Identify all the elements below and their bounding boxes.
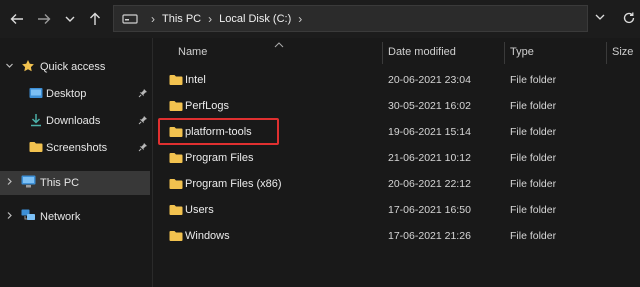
file-name: Windows xyxy=(185,230,230,242)
column-divider[interactable] xyxy=(504,42,505,64)
drive-icon xyxy=(122,13,138,25)
chevron-down-icon xyxy=(64,13,76,25)
file-name: Users xyxy=(185,204,214,216)
back-button[interactable] xyxy=(7,9,27,29)
pin-icon xyxy=(138,88,148,101)
file-type: File folder xyxy=(510,74,557,86)
file-row-program-files[interactable]: Program Files 21-06-2021 10:12 File fold… xyxy=(153,145,640,171)
star-icon xyxy=(21,59,35,76)
file-type: File folder xyxy=(510,230,557,242)
forward-button[interactable] xyxy=(34,9,54,29)
chevron-down-icon[interactable] xyxy=(5,61,14,73)
sidebar-item-network[interactable]: Network xyxy=(0,205,150,229)
sidebar-item-label: Quick access xyxy=(40,61,106,73)
folder-icon xyxy=(29,141,43,156)
file-name: PerfLogs xyxy=(185,100,230,112)
pin-icon xyxy=(138,115,148,128)
column-header-name[interactable]: Name xyxy=(178,46,207,58)
folder-icon xyxy=(169,230,183,245)
sidebar-item-screenshots[interactable]: Screenshots xyxy=(0,136,150,160)
column-divider[interactable] xyxy=(606,42,607,64)
sidebar-item-label: Network xyxy=(40,211,81,223)
desktop-icon xyxy=(29,87,43,102)
file-row-program-files-x86[interactable]: Program Files (x86) 20-06-2021 22:12 Fil… xyxy=(153,171,640,197)
file-row-intel[interactable]: Intel 20-06-2021 23:04 File folder xyxy=(153,67,640,93)
column-header-type[interactable]: Type xyxy=(510,46,534,58)
file-name: Intel xyxy=(185,74,206,86)
file-date: 17-06-2021 21:26 xyxy=(388,230,471,242)
sidebar-item-desktop[interactable]: Desktop xyxy=(0,82,150,106)
file-date: 30-05-2021 16:02 xyxy=(388,100,471,112)
sidebar-item-quick-access[interactable]: Quick access xyxy=(0,55,150,79)
address-bar[interactable]: › This PC › Local Disk (C:) › xyxy=(113,5,588,32)
column-header-size[interactable]: Size xyxy=(612,46,633,58)
folder-icon xyxy=(169,204,183,219)
file-type: File folder xyxy=(510,152,557,164)
column-divider[interactable] xyxy=(382,42,383,64)
arrow-right-icon xyxy=(37,12,51,26)
file-date: 21-06-2021 10:12 xyxy=(388,152,471,164)
sidebar-item-label: Desktop xyxy=(46,88,87,100)
arrow-left-icon xyxy=(10,12,24,26)
file-date: 20-06-2021 22:12 xyxy=(388,178,471,190)
chevron-right-icon[interactable] xyxy=(5,211,14,223)
file-name: Program Files xyxy=(185,152,254,164)
file-type: File folder xyxy=(510,204,557,216)
chevron-right-icon[interactable] xyxy=(5,177,14,189)
navigation-bar: › This PC › Local Disk (C:) › xyxy=(0,0,640,38)
breadcrumb-separator: › xyxy=(298,11,303,26)
file-type: File folder xyxy=(510,100,557,112)
folder-icon xyxy=(169,100,183,115)
refresh-icon xyxy=(622,11,636,25)
computer-icon xyxy=(21,175,36,191)
up-button[interactable] xyxy=(85,9,105,29)
file-row-users[interactable]: Users 17-06-2021 16:50 File folder xyxy=(153,197,640,223)
breadcrumb-separator: › xyxy=(208,11,213,26)
column-header-date-modified[interactable]: Date modified xyxy=(388,46,456,58)
file-type: File folder xyxy=(510,126,557,138)
folder-icon xyxy=(169,74,183,89)
folder-icon xyxy=(169,152,183,167)
breadcrumb-this-pc[interactable]: This PC xyxy=(162,13,201,25)
navigation-pane: Quick access Desktop Downloads Screensho… xyxy=(0,38,150,287)
file-row-perflogs[interactable]: PerfLogs 30-05-2021 16:02 File folder xyxy=(153,93,640,119)
arrow-up-icon xyxy=(88,12,102,26)
sidebar-item-downloads[interactable]: Downloads xyxy=(0,109,150,133)
file-date: 20-06-2021 23:04 xyxy=(388,74,471,86)
sidebar-item-this-pc[interactable]: This PC xyxy=(0,171,150,195)
breadcrumb-local-disk[interactable]: Local Disk (C:) xyxy=(219,13,291,25)
refresh-button[interactable] xyxy=(622,11,636,25)
chevron-down-icon xyxy=(594,11,606,23)
address-dropdown-button[interactable] xyxy=(594,11,606,23)
breadcrumb-separator: › xyxy=(151,11,155,26)
sidebar-item-label: This PC xyxy=(40,177,80,189)
download-icon xyxy=(30,113,42,130)
pin-icon xyxy=(138,142,148,155)
file-type: File folder xyxy=(510,178,557,190)
recent-locations-button[interactable] xyxy=(60,9,80,29)
sidebar-item-label: Screenshots xyxy=(46,142,108,154)
network-icon xyxy=(21,209,36,225)
sidebar-item-label: Downloads xyxy=(46,115,101,127)
file-row-windows[interactable]: Windows 17-06-2021 21:26 File folder xyxy=(153,223,640,249)
folder-icon xyxy=(169,178,183,193)
file-list: Name Date modified Type Size Intel 20-06… xyxy=(153,38,640,287)
sort-ascending-icon xyxy=(274,39,284,51)
file-date: 17-06-2021 16:50 xyxy=(388,204,471,216)
file-date: 19-06-2021 15:14 xyxy=(388,126,471,138)
file-name: Program Files (x86) xyxy=(185,178,282,190)
highlight-annotation xyxy=(158,118,279,145)
